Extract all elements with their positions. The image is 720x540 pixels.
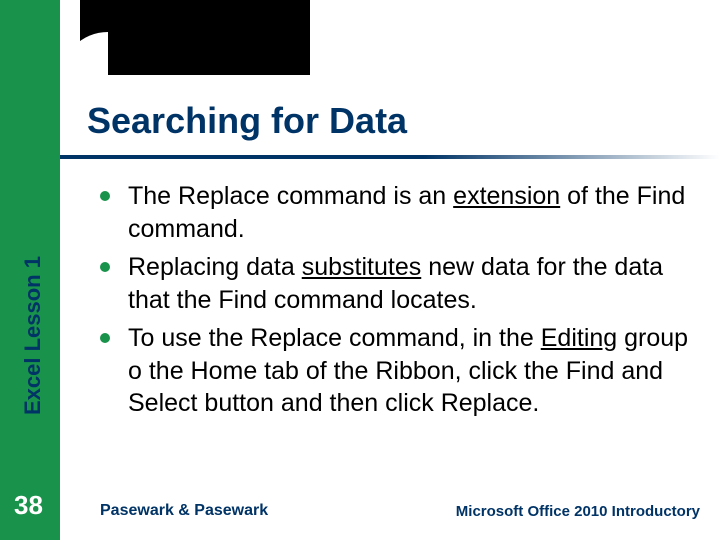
bullet-text: Replacing data substitutes new data for … [128,251,700,316]
bullet-text: The Replace command is an extension of t… [128,180,700,245]
footer-left: Pasewark & Pasewark [100,502,268,520]
slide-title: Searching for Data [87,100,407,142]
bullet-item: The Replace command is an extension of t… [100,180,700,245]
bullet-icon [100,191,110,201]
underlined-word: Editing [541,324,617,352]
title-underline [60,155,720,159]
bullet-icon [100,262,110,272]
top-black-block [80,0,310,75]
text-segment: To use the Replace command, in the [128,324,541,352]
text-segment: The Replace command is an [128,182,453,210]
slide: Searching for Data Excel Lesson 1 38 The… [0,0,720,540]
underlined-word: extension [453,182,560,210]
page-number: 38 [14,490,43,521]
bullet-item: Replacing data substitutes new data for … [100,251,700,316]
footer-right: Microsoft Office 2010 Introductory [456,503,700,520]
inner-corner [60,32,108,80]
side-label: Excel Lesson 1 [20,256,46,415]
bullet-item: To use the Replace command, in the Editi… [100,322,700,420]
text-segment: Replacing data [128,253,302,281]
bullet-icon [100,333,110,343]
underlined-word: substitutes [302,253,422,281]
body-content: The Replace command is an extension of t… [100,180,700,426]
bullet-text: To use the Replace command, in the Editi… [128,322,700,420]
